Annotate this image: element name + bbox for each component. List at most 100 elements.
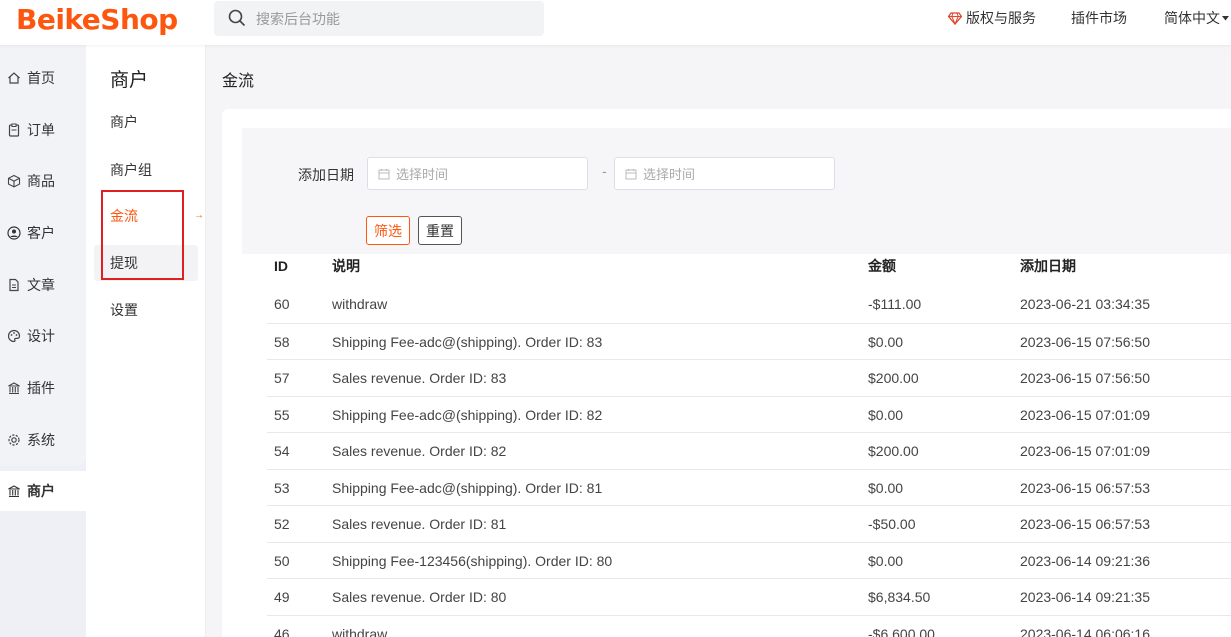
sidebar-item-label: 文章 — [27, 277, 55, 293]
language-selector[interactable]: 简体中文 — [1164, 8, 1229, 28]
cell-id: 57 — [274, 370, 290, 386]
date-range-separator: - — [602, 163, 607, 179]
cell-amount: $0.00 — [868, 406, 904, 423]
clipboard-icon — [8, 123, 20, 137]
cell-description: Sales revenue. Order ID: 83 — [332, 370, 507, 386]
calendar-icon — [625, 168, 637, 179]
search-input[interactable] — [256, 1, 526, 36]
sidebar-item-merchant[interactable]: 商户 — [0, 471, 86, 511]
cell-description: Shipping Fee-123456(shipping). Order ID:… — [332, 552, 613, 569]
brand-logo[interactable]: BeikeShop — [16, 3, 178, 36]
sidebar-item-home[interactable]: 首页 — [0, 58, 86, 98]
sidebar-item-articles[interactable]: 文章 — [0, 265, 86, 305]
reset-button[interactable]: 重置 — [418, 216, 462, 245]
cell-date: 2023-06-15 07:01:09 — [1020, 406, 1150, 423]
search-box[interactable] — [214, 1, 544, 36]
cell-description: Shipping Fee-adc@(shipping). Order ID: 8… — [332, 479, 603, 496]
sidebar-item-customers[interactable]: 客户 — [0, 213, 86, 253]
table-row: 50 Shipping Fee-123456(shipping). Order I… — [267, 541, 1231, 579]
subnav-item-merchant[interactable]: 商户 — [94, 104, 198, 140]
table-row: 46 withdraw -$6,600.00 2023-06-14 06:06:16 — [267, 614, 1231, 637]
cell-date: 2023-06-15 07:56:50 — [1020, 370, 1150, 386]
plugin-market-link[interactable]: 插件市场 — [1071, 8, 1127, 28]
subnav-item-label: 商户组 — [110, 162, 152, 178]
cell-date: 2023-06-15 07:01:09 — [1020, 443, 1150, 459]
subnav-item-label: 提现 — [110, 255, 138, 271]
sidebar-item-label: 商品 — [27, 173, 55, 189]
top-header: BeikeShop 版权与服务 插件市场 简体中文 — [0, 0, 1231, 45]
sidebar-item-plugins[interactable]: 插件 — [0, 368, 86, 408]
palette-icon — [7, 329, 21, 343]
cell-description: Sales revenue. Order ID: 82 — [332, 443, 507, 459]
end-date-input[interactable]: 选择时间 — [614, 157, 835, 190]
cell-date: 2023-06-21 03:34:35 — [1020, 296, 1150, 312]
cell-description: Shipping Fee-adc@(shipping). Order ID: 8… — [332, 406, 603, 423]
sidebar-item-label: 设计 — [27, 328, 55, 344]
start-date-placeholder: 选择时间 — [396, 167, 449, 182]
column-header-id: ID — [274, 258, 288, 274]
sidebar-item-label: 订单 — [27, 122, 55, 138]
copyright-service-label: 版权与服务 — [966, 10, 1036, 26]
cell-id: 46 — [274, 625, 290, 637]
start-date-input[interactable]: 选择时间 — [367, 157, 588, 190]
subnav-item-cashflow[interactable]: 金流 → — [94, 198, 204, 234]
cell-amount: $0.00 — [868, 552, 904, 569]
document-icon — [9, 278, 19, 292]
user-circle-icon — [7, 226, 21, 240]
table-row: 49 Sales revenue. Order ID: 80 $6,834.50 20… — [267, 578, 1231, 615]
sidebar-item-system[interactable]: 系统 — [0, 420, 86, 460]
copyright-service-link[interactable]: 版权与服务 — [948, 8, 1036, 28]
cell-description: Sales revenue. Order ID: 80 — [332, 589, 507, 605]
cell-description: Shipping Fee-adc@(shipping). Order ID: 8… — [332, 333, 603, 350]
content-card: 添加日期 选择时间 - 选择时间 筛选 重置 ID 说明 金额 添加日期 60 w… — [222, 109, 1231, 637]
sidebar-item-products[interactable]: 商品 — [0, 161, 86, 201]
cell-id: 50 — [274, 552, 290, 569]
sidebar-item-label: 商户 — [27, 483, 55, 499]
table-row: 57 Sales revenue. Order ID: 83 $200.00 2023… — [267, 359, 1231, 396]
cell-date: 2023-06-15 07:56:50 — [1020, 333, 1150, 350]
subnav-item-label: 金流 — [110, 208, 138, 224]
cell-amount: $200.00 — [868, 370, 919, 386]
cell-amount: -$6,600.00 — [868, 625, 935, 637]
main-content: 金流 添加日期 选择时间 - 选择时间 筛选 重置 ID 说明 金额 添加日期 … — [206, 45, 1231, 637]
sidebar-item-design[interactable]: 设计 — [0, 316, 86, 356]
table-row: 52 Sales revenue. Order ID: 81 -$50.00 2023… — [267, 505, 1231, 542]
cell-id: 53 — [274, 479, 290, 496]
column-header-description: 说明 — [332, 258, 360, 274]
filter-button[interactable]: 筛选 — [366, 216, 410, 245]
subnav-item-merchant-group[interactable]: 商户组 — [94, 152, 198, 188]
subnav-item-settings[interactable]: 设置 — [94, 292, 198, 328]
cell-id: 52 — [274, 516, 290, 532]
subnav-item-label: 商户 — [110, 114, 138, 130]
sidebar-item-label: 插件 — [27, 380, 55, 396]
cell-id: 60 — [274, 296, 290, 312]
caret-down-icon — [1222, 15, 1229, 20]
home-icon — [8, 72, 20, 84]
table-row: 54 Sales revenue. Order ID: 82 $200.00 2023… — [267, 432, 1231, 469]
diamond-icon — [948, 11, 962, 25]
page-title: 金流 — [222, 73, 255, 90]
cell-date: 2023-06-14 09:21:36 — [1020, 552, 1150, 569]
cell-description: Sales revenue. Order ID: 81 — [332, 516, 507, 532]
box-icon — [7, 174, 21, 188]
cell-amount: -$111.00 — [868, 296, 922, 312]
plugin-market-label: 插件市场 — [1071, 10, 1127, 26]
sidebar-item-label: 客户 — [27, 225, 55, 241]
subnav-item-withdraw[interactable]: 提现 — [94, 245, 198, 281]
sub-sidebar-title: 商户 — [110, 70, 149, 91]
date-filter-label: 添加日期 — [298, 167, 354, 183]
sidebar-item-label: 系统 — [27, 432, 55, 448]
cell-amount: $0.00 — [868, 479, 904, 496]
cell-date: 2023-06-14 09:21:35 — [1020, 589, 1150, 605]
cell-id: 54 — [274, 443, 290, 459]
column-header-date: 添加日期 — [1020, 258, 1076, 274]
filter-panel: 添加日期 选择时间 - 选择时间 筛选 重置 — [242, 128, 1231, 254]
cell-id: 49 — [274, 589, 290, 605]
search-icon — [228, 9, 246, 27]
sidebar-item-orders[interactable]: 订单 — [0, 110, 86, 150]
sub-sidebar: 商户 商户 商户组 金流 → 提现 设置 — [86, 45, 206, 637]
language-label: 简体中文 — [1164, 10, 1220, 26]
bank-icon — [8, 485, 20, 498]
subnav-item-label: 设置 — [110, 302, 138, 318]
gear-icon — [8, 434, 20, 446]
